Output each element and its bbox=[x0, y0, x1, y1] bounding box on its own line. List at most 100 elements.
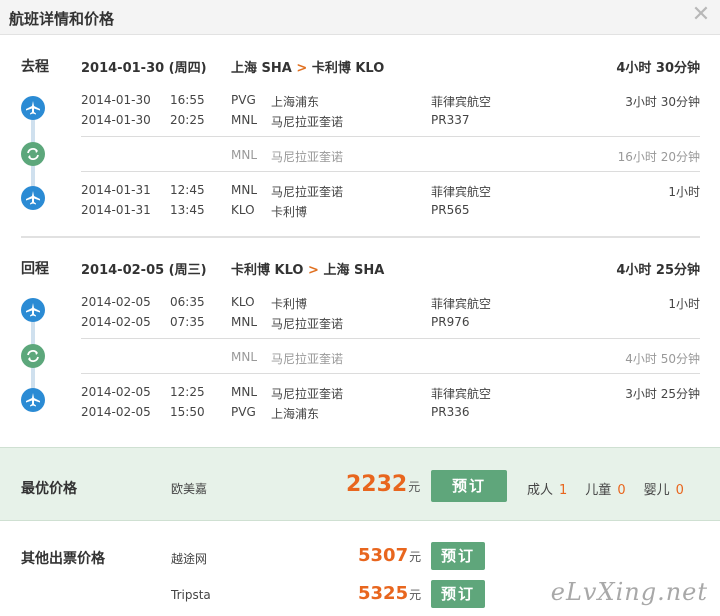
segment-airline: 菲律宾航空 bbox=[431, 297, 492, 311]
plane-icon bbox=[21, 388, 45, 412]
divider bbox=[81, 171, 700, 172]
book-button[interactable]: 预订 bbox=[431, 470, 507, 502]
segment-arr-time: 07:35 bbox=[170, 315, 205, 329]
segment-arr-time: 20:25 bbox=[170, 113, 205, 127]
segment-flight-number: PR336 bbox=[431, 405, 470, 419]
transfer-airport: 马尼拉亚奎诺 bbox=[271, 150, 344, 164]
passenger-counts: 成人 1 儿童 0 婴儿 0 bbox=[527, 479, 702, 498]
return-route: 卡利博 KLO > 上海 SHA bbox=[231, 259, 384, 278]
segment-arr-code: KLO bbox=[231, 203, 255, 217]
currency-unit: 元 bbox=[409, 550, 422, 564]
segment-arr-code: PVG bbox=[231, 405, 256, 419]
watermark: eLvXing.net bbox=[550, 578, 708, 606]
segment-arr-date: 2014-02-05 bbox=[81, 405, 151, 419]
best-price-amount: 2232元 bbox=[346, 472, 420, 497]
segment-dep-code: MNL bbox=[231, 183, 258, 197]
transfer-duration: 4小时 50分钟 bbox=[625, 352, 700, 366]
transfer-icon bbox=[21, 142, 45, 166]
infant-count: 0 bbox=[675, 483, 684, 498]
book-button[interactable]: 预订 bbox=[431, 542, 485, 570]
adult-count: 1 bbox=[559, 483, 568, 498]
plane-icon bbox=[21, 96, 45, 120]
section-divider bbox=[21, 236, 700, 238]
route-arrow-icon: > bbox=[296, 61, 308, 76]
dialog-titlebar: 航班详情和价格 ✕ bbox=[0, 0, 720, 35]
return-total-duration: 4小时 25分钟 bbox=[616, 263, 700, 278]
segment-dep-time: 12:25 bbox=[170, 385, 205, 399]
outbound-route-from: 上海 SHA bbox=[231, 61, 292, 76]
segment-dep-airport: 卡利博 bbox=[271, 297, 308, 311]
outbound-date: 2014-01-30 (周四) bbox=[81, 61, 207, 76]
plane-icon bbox=[21, 186, 45, 210]
currency-unit: 元 bbox=[409, 588, 422, 602]
segment-dep-date: 2014-01-31 bbox=[81, 183, 151, 197]
currency-unit: 元 bbox=[408, 480, 421, 494]
vendor-price: 5307元 bbox=[358, 545, 421, 566]
child-label: 儿童 bbox=[585, 483, 612, 498]
transfer-code: MNL bbox=[231, 148, 258, 162]
other-prices-label: 其他出票价格 bbox=[21, 551, 105, 567]
child-count: 0 bbox=[617, 483, 626, 498]
return-date: 2014-02-05 (周三) bbox=[81, 263, 207, 278]
route-arrow-icon: > bbox=[308, 263, 319, 278]
segment-duration: 1小时 bbox=[668, 185, 700, 199]
segment-dep-time: 12:45 bbox=[170, 183, 205, 197]
segment-dep-time: 06:35 bbox=[170, 295, 205, 309]
transfer-airport: 马尼拉亚奎诺 bbox=[271, 352, 344, 366]
segment-arr-time: 15:50 bbox=[170, 405, 205, 419]
segment-arr-date: 2014-01-31 bbox=[81, 203, 151, 217]
segment-dep-date: 2014-02-05 bbox=[81, 295, 151, 309]
segment-dep-date: 2014-02-05 bbox=[81, 385, 151, 399]
segment-flight-number: PR976 bbox=[431, 315, 470, 329]
close-icon[interactable]: ✕ bbox=[690, 4, 712, 26]
price-value: 2232 bbox=[346, 472, 408, 497]
return-label: 回程 bbox=[21, 261, 49, 277]
divider bbox=[81, 136, 700, 137]
segment-arr-airport: 上海浦东 bbox=[271, 407, 320, 421]
segment-airline: 菲律宾航空 bbox=[431, 387, 492, 401]
transfer-icon bbox=[21, 344, 45, 368]
segment-dep-code: KLO bbox=[231, 295, 255, 309]
best-price-vendor: 欧美嘉 bbox=[171, 482, 208, 496]
segment-arr-time: 13:45 bbox=[170, 203, 205, 217]
segment-dep-airport: 马尼拉亚奎诺 bbox=[271, 387, 344, 401]
segment-dep-code: PVG bbox=[231, 93, 256, 107]
segment-flight-number: PR337 bbox=[431, 113, 470, 127]
segment-arr-code: MNL bbox=[231, 315, 258, 329]
price-value: 5325 bbox=[358, 583, 409, 604]
segment-dep-date: 2014-01-30 bbox=[81, 93, 151, 107]
segment-flight-number: PR565 bbox=[431, 203, 470, 217]
segment-duration: 3小时 25分钟 bbox=[625, 387, 700, 401]
segment-arr-airport: 卡利博 bbox=[271, 205, 308, 219]
segment-airline: 菲律宾航空 bbox=[431, 95, 492, 109]
outbound-total-duration: 4小时 30分钟 bbox=[616, 61, 700, 76]
vendor-name: 越途网 bbox=[171, 552, 208, 566]
best-price-panel: 最优价格 欧美嘉 2232元 预订 成人 1 儿童 0 婴儿 0 bbox=[0, 447, 720, 521]
transfer-code: MNL bbox=[231, 350, 258, 364]
price-value: 5307 bbox=[358, 545, 409, 566]
best-price-label: 最优价格 bbox=[21, 481, 77, 497]
vendor-price: 5325元 bbox=[358, 583, 421, 604]
return-route-from: 卡利博 KLO bbox=[231, 263, 304, 278]
segment-dep-time: 16:55 bbox=[170, 93, 205, 107]
segment-dep-airport: 马尼拉亚奎诺 bbox=[271, 185, 344, 199]
divider bbox=[81, 373, 700, 374]
segment-arr-date: 2014-02-05 bbox=[81, 315, 151, 329]
segment-duration: 3小时 30分钟 bbox=[625, 95, 700, 109]
outbound-route-to: 卡利博 KLO bbox=[311, 61, 385, 76]
segment-dep-airport: 上海浦东 bbox=[271, 95, 320, 109]
transfer-duration: 16小时 20分钟 bbox=[617, 150, 700, 164]
divider bbox=[81, 338, 700, 339]
infant-label: 婴儿 bbox=[643, 483, 670, 498]
outbound-label: 去程 bbox=[21, 59, 49, 75]
segment-arr-airport: 马尼拉亚奎诺 bbox=[271, 115, 344, 129]
book-button[interactable]: 预订 bbox=[431, 580, 485, 608]
outbound-route: 上海 SHA > 卡利博 KLO bbox=[231, 57, 384, 76]
segment-dep-code: MNL bbox=[231, 385, 258, 399]
segment-arr-date: 2014-01-30 bbox=[81, 113, 151, 127]
segment-airline: 菲律宾航空 bbox=[431, 185, 492, 199]
vendor-name: Tripsta bbox=[171, 588, 211, 602]
segment-arr-airport: 马尼拉亚奎诺 bbox=[271, 317, 344, 331]
plane-icon bbox=[21, 298, 45, 322]
return-route-to: 上海 SHA bbox=[323, 263, 385, 278]
